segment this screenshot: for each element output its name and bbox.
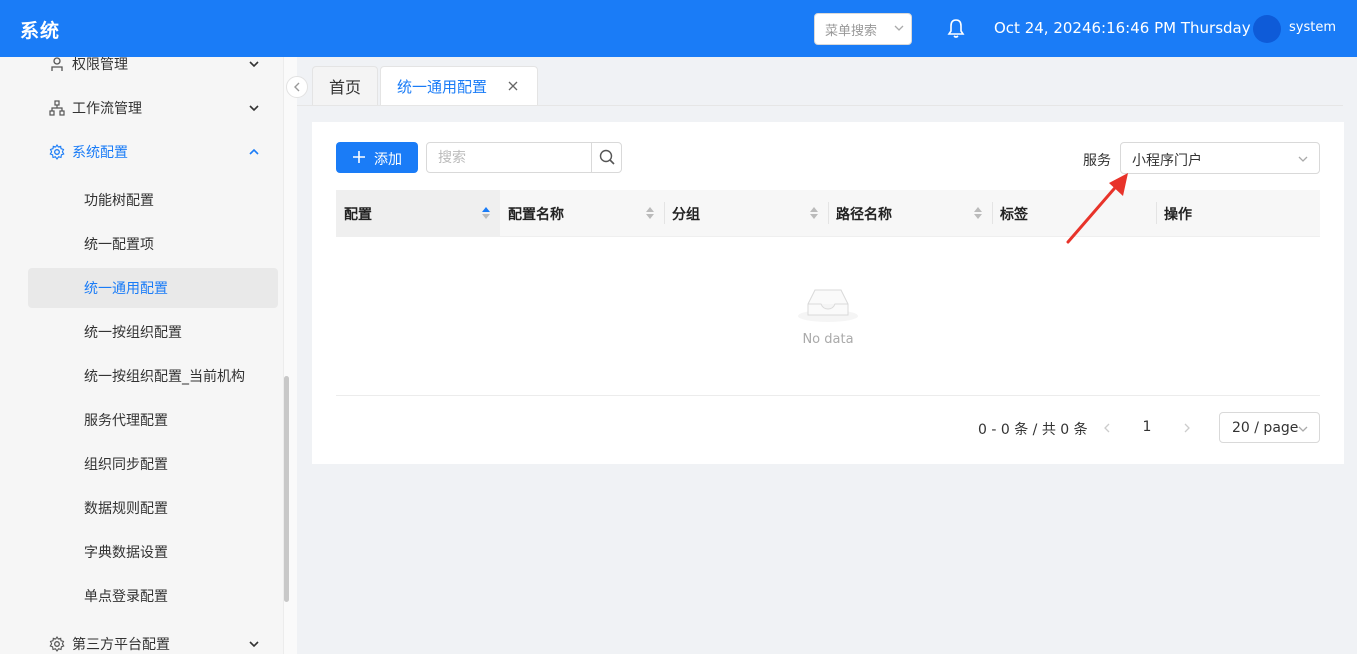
chevron-down-icon — [1298, 156, 1308, 162]
sidebar-item-label: 功能树配置 — [84, 193, 154, 209]
bell-icon[interactable] — [946, 18, 966, 40]
sidebar-item-label: 服务代理配置 — [84, 413, 168, 429]
sidebar: 权限管理 工作流管理 系统配置 功能树配置 统一配置项 统一通用配置 统一按组织… — [0, 57, 283, 654]
column-label: 路径名称 — [836, 207, 892, 223]
chevron-right-icon[interactable] — [1180, 421, 1194, 435]
sidebar-item-label: 统一配置项 — [84, 237, 154, 253]
sidebar-group-label: 系统配置 — [72, 145, 128, 161]
sidebar-item-general-config[interactable]: 统一通用配置 — [28, 268, 278, 308]
sidebar-item-label: 数据规则配置 — [84, 501, 168, 517]
gear-icon — [49, 636, 65, 652]
sidebar-item-label: 组织同步配置 — [84, 457, 168, 473]
sidebar-collapse-button[interactable] — [286, 76, 308, 98]
sidebar-group-label: 工作流管理 — [72, 101, 142, 117]
sidebar-item-function-tree[interactable]: 功能树配置 — [28, 180, 278, 220]
plus-icon — [353, 151, 365, 163]
user-icon — [51, 57, 63, 71]
sidebar-item-service-proxy[interactable]: 服务代理配置 — [28, 400, 278, 440]
sidebar-item-org-sync[interactable]: 组织同步配置 — [28, 444, 278, 484]
sort-icon[interactable] — [973, 205, 983, 221]
page-size-select[interactable]: 20 / page — [1219, 412, 1320, 443]
close-icon[interactable] — [507, 80, 519, 92]
column-label: 配置名称 — [508, 207, 564, 223]
chevron-up-icon — [249, 148, 259, 155]
column-header-path-name[interactable]: 路径名称 — [828, 190, 992, 236]
column-header-group[interactable]: 分组 — [664, 190, 828, 236]
sidebar-item-data-rules[interactable]: 数据规则配置 — [28, 488, 278, 528]
chevron-down-icon — [1298, 426, 1308, 432]
search-icon — [599, 149, 615, 165]
page-size-value: 20 / page — [1232, 420, 1299, 436]
tab-label: 统一通用配置 — [397, 77, 488, 96]
chevron-left-icon[interactable] — [1100, 421, 1114, 435]
tab-general-config[interactable]: 统一通用配置 — [380, 66, 538, 105]
avatar[interactable] — [1253, 15, 1281, 43]
search-button[interactable] — [591, 143, 622, 172]
tab-divider — [297, 105, 1343, 106]
sidebar-item-label: 单点登录配置 — [84, 589, 168, 605]
search-box — [426, 142, 622, 173]
sort-icon[interactable] — [809, 205, 819, 221]
gear-icon — [49, 144, 65, 160]
sidebar-item-label: 统一按组织配置_当前机构 — [84, 369, 245, 385]
search-input[interactable] — [428, 144, 590, 171]
sidebar-group-label: 权限管理 — [72, 57, 128, 73]
datetime-display: Oct 24, 20246:16:46 PM Thursday — [994, 19, 1251, 37]
annotation-arrow-icon — [1066, 173, 1128, 244]
sidebar-item-label: 统一通用配置 — [84, 281, 168, 297]
menu-search-select[interactable]: 菜单搜索 — [814, 13, 912, 45]
sort-icon[interactable] — [481, 205, 491, 221]
chevron-down-icon — [249, 61, 259, 68]
sidebar-group-workflow[interactable]: 工作流管理 — [0, 88, 283, 128]
chevron-down-icon — [249, 105, 259, 112]
pagination-page-1[interactable]: 1 — [1132, 412, 1162, 442]
add-button-label: 添加 — [374, 152, 402, 168]
username[interactable]: system — [1289, 20, 1336, 35]
tab-home[interactable]: 首页 — [312, 66, 378, 105]
empty-state-text: No data — [802, 332, 854, 347]
column-header-actions: 操作 — [1156, 190, 1320, 236]
app-title: 系统 — [20, 20, 61, 42]
table-header: 配置 配置名称 分组 路径名称 标签 操作 — [336, 190, 1320, 237]
top-header: 系统 菜单搜索 Oct 24, 20246:16:46 PM Thursday … — [0, 0, 1357, 57]
add-button[interactable]: 添加 — [336, 142, 418, 173]
sidebar-item-config-items[interactable]: 统一配置项 — [28, 224, 278, 264]
tab-label: 首页 — [329, 78, 362, 97]
sidebar-group-third-party[interactable]: 第三方平台配置 — [0, 624, 283, 654]
table-bottom-border — [336, 395, 1320, 396]
empty-inbox-icon — [798, 289, 858, 322]
column-label: 分组 — [672, 207, 700, 223]
column-label: 配置 — [344, 207, 372, 223]
sidebar-item-org-config[interactable]: 统一按组织配置 — [28, 312, 278, 352]
chevron-left-icon — [294, 82, 300, 92]
service-select[interactable]: 小程序门户 — [1120, 142, 1320, 174]
sidebar-item-label: 字典数据设置 — [84, 545, 168, 561]
sort-icon[interactable] — [645, 205, 655, 221]
chevron-down-icon — [249, 641, 259, 648]
column-header-config[interactable]: 配置 — [336, 190, 500, 236]
chevron-down-icon — [894, 25, 904, 31]
org-chart-icon — [49, 100, 65, 116]
menu-search-placeholder: 菜单搜索 — [825, 24, 878, 39]
sidebar-item-org-config-current[interactable]: 统一按组织配置_当前机构 — [28, 356, 278, 396]
service-label: 服务 — [1083, 153, 1111, 169]
sidebar-item-dictionary[interactable]: 字典数据设置 — [28, 532, 278, 572]
sidebar-item-sso[interactable]: 单点登录配置 — [28, 576, 278, 616]
sidebar-group-system-config[interactable]: 系统配置 — [0, 132, 283, 172]
column-label: 标签 — [1000, 207, 1028, 223]
sidebar-group-label: 第三方平台配置 — [72, 637, 170, 653]
sidebar-group-permission[interactable]: 权限管理 — [0, 57, 283, 84]
service-select-value: 小程序门户 — [1132, 153, 1202, 169]
sidebar-item-label: 统一按组织配置 — [84, 325, 182, 341]
pagination-total: 0 - 0 条 / 共 0 条 — [978, 422, 1088, 438]
column-header-config-name[interactable]: 配置名称 — [500, 190, 664, 236]
column-label: 操作 — [1164, 207, 1192, 223]
sidebar-scrollbar-thumb[interactable] — [284, 376, 289, 602]
